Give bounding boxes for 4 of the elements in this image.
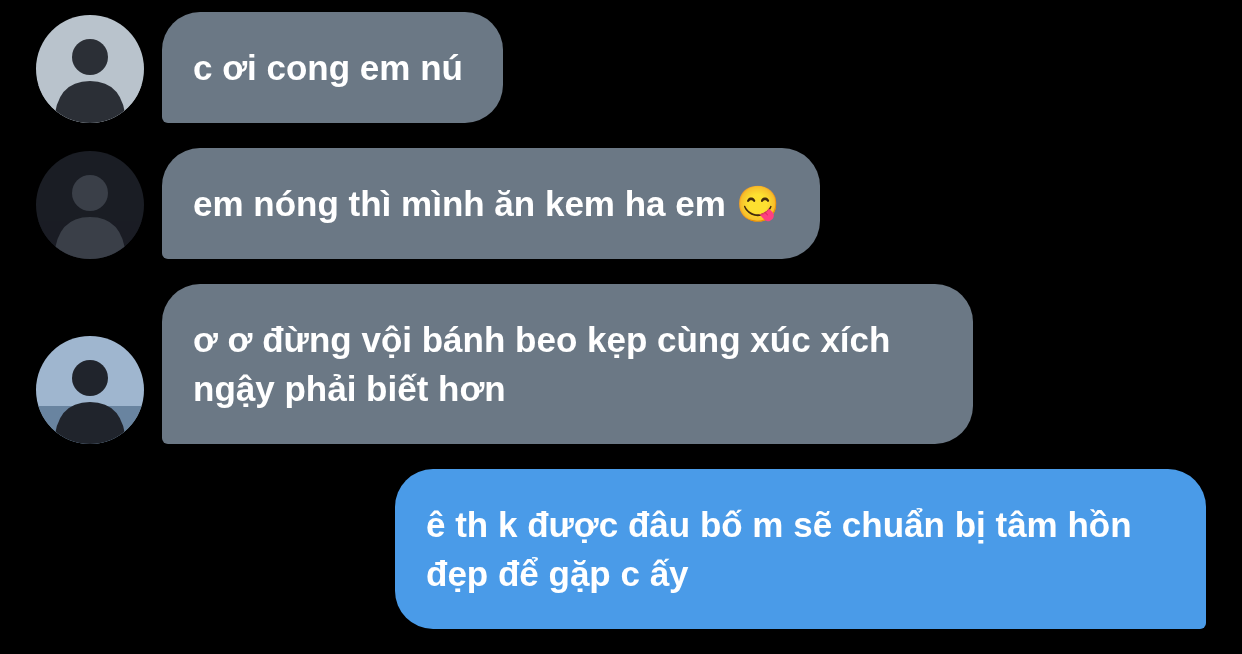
message-bubble: c ơi cong em nú [162, 12, 503, 123]
message-bubble: em nóng thì mình ăn kem ha em 😋 [162, 148, 820, 259]
message-bubble: ê th k được đâu bố m sẽ chuẩn bị tâm hồn đẹp để gặp c ấy [395, 469, 1206, 629]
message-bubble: ơ ơ đừng vội bánh beo kẹp cùng xúc xích ngậy phải biết hơn [162, 284, 973, 444]
